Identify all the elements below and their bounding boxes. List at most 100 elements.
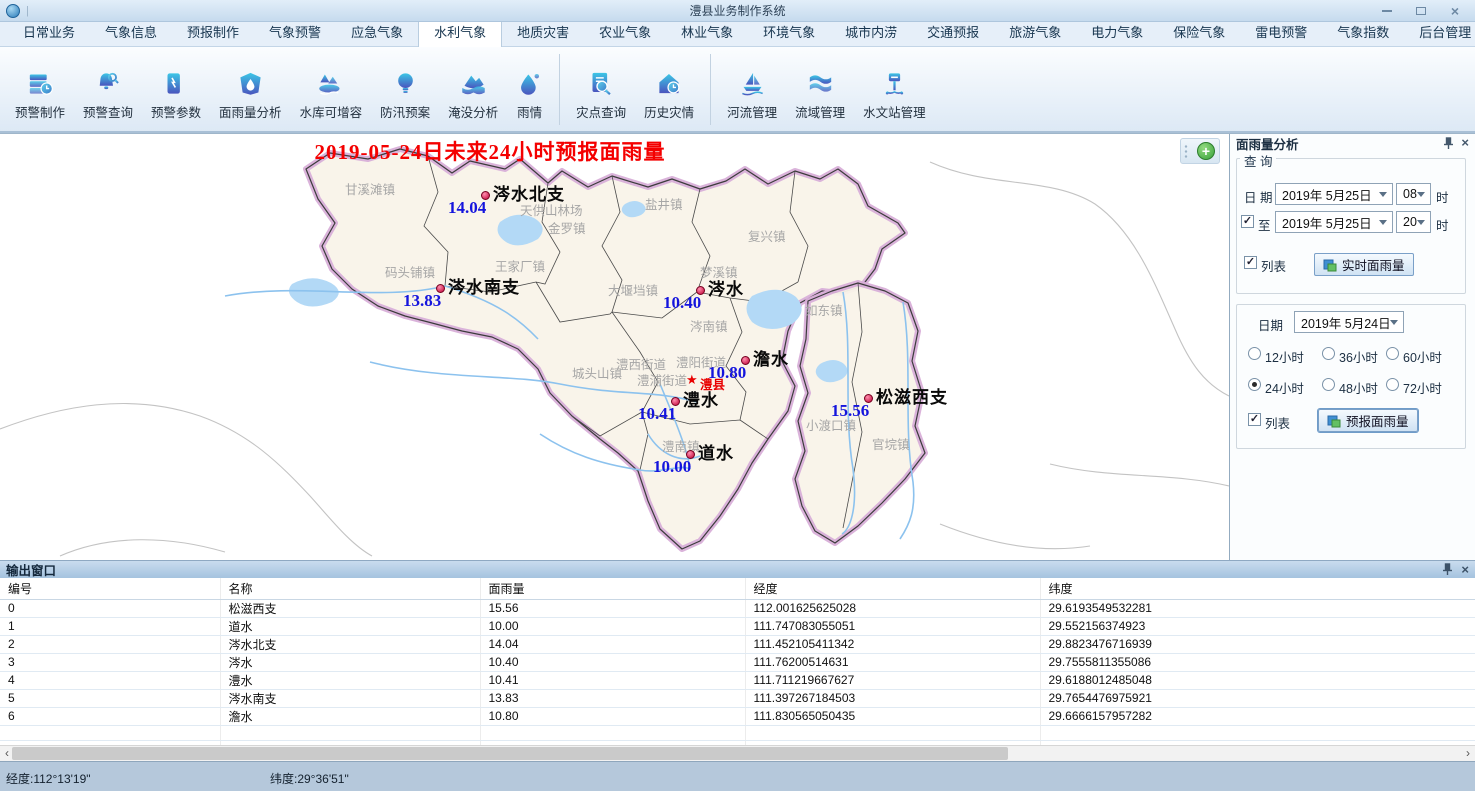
column-header[interactable]: 编号 <box>0 578 220 599</box>
tool-button-river-mgmt[interactable]: 河流管理 <box>718 50 786 129</box>
table-cell: 0 <box>0 599 220 617</box>
tool-button-hydro-station[interactable]: 水文站管理 <box>854 50 935 129</box>
radio-48小时[interactable] <box>1322 378 1335 391</box>
forecast-button-label: 预报面雨量 <box>1346 411 1409 430</box>
pin-icon[interactable] <box>1443 137 1454 150</box>
column-header[interactable]: 经度 <box>745 578 1040 599</box>
status-longitude: 经度:112°13'19" <box>6 770 91 787</box>
map-canvas[interactable]: 2019-05-24日未来24小时预报面雨量 甘溪滩镇盐井镇天供山林场金罗镇复兴… <box>0 134 1229 560</box>
maximize-icon[interactable] <box>1407 3 1435 19</box>
table-cell: 涔水 <box>220 653 480 671</box>
basin-rainfall-value: 15.56 <box>831 401 869 421</box>
tool-button-alert-make[interactable]: 预警制作 <box>6 50 74 129</box>
realtime-rainfall-button[interactable]: 实时面雨量 <box>1314 253 1414 276</box>
menu-item-8[interactable]: 林业气象 <box>666 18 748 46</box>
end-hour-value: 20 <box>1403 215 1417 229</box>
radio-24小时[interactable] <box>1248 378 1261 391</box>
menu-item-7[interactable]: 农业气象 <box>584 18 666 46</box>
map-chart-icon <box>1327 414 1341 428</box>
menu-item-11[interactable]: 交通预报 <box>912 18 994 46</box>
list-checkbox-realtime[interactable]: ✓ <box>1244 256 1257 269</box>
radio-36小时[interactable] <box>1322 347 1335 360</box>
table-row[interactable]: 6澹水10.80111.83056505043529.6666157957282 <box>0 707 1475 725</box>
radio-12小时[interactable] <box>1248 347 1261 360</box>
table-cell: 111.76200514631 <box>745 653 1040 671</box>
tool-button-inundation[interactable]: 淹没分析 <box>439 50 507 129</box>
table-row[interactable]: 2涔水北支14.04111.45210541134229.88234767169… <box>0 635 1475 653</box>
table-row[interactable]: 0松滋西支15.56112.00162562502829.61935495322… <box>0 599 1475 617</box>
table-row[interactable]: 4澧水10.41111.71121966762729.6188012485048 <box>0 671 1475 689</box>
table-cell: 道水 <box>220 617 480 635</box>
tool-button-rain[interactable]: 雨情 <box>507 50 552 129</box>
menu-item-12[interactable]: 旅游气象 <box>994 18 1076 46</box>
zoom-in-icon[interactable]: + <box>1197 142 1215 160</box>
to-checkbox[interactable]: ✓ <box>1241 215 1254 228</box>
menu-item-15[interactable]: 雷电预警 <box>1240 18 1322 46</box>
table-row[interactable]: 1道水10.00111.74708305505129.552156374923 <box>0 617 1475 635</box>
scroll-right-icon[interactable]: › <box>1461 746 1475 761</box>
menu-item-14[interactable]: 保险气象 <box>1158 18 1240 46</box>
minimize-icon[interactable] <box>1373 3 1401 19</box>
county-map[interactable] <box>0 134 1229 560</box>
tool-button-label: 淹没分析 <box>448 102 498 121</box>
town-label-0: 甘溪滩镇 <box>345 179 395 198</box>
radio-72小时[interactable] <box>1386 378 1399 391</box>
menu-item-17[interactable]: 后台管理 <box>1404 18 1475 46</box>
title-bar: | 澧县业务制作系统 × <box>0 0 1475 22</box>
panel-close-icon[interactable]: × <box>1461 137 1469 149</box>
tool-button-alert-search[interactable]: 预警查询 <box>74 50 142 129</box>
tool-button-disaster-query[interactable]: 灾点查询 <box>567 50 635 129</box>
realtime-button-label: 实时面雨量 <box>1342 255 1405 274</box>
scrollbar-thumb[interactable] <box>12 747 1008 760</box>
end-date-select[interactable]: 2019年 5月25日 <box>1275 211 1393 233</box>
start-hour-select[interactable]: 08 <box>1396 183 1431 205</box>
output-close-icon[interactable]: × <box>1461 564 1469 576</box>
menu-item-6[interactable]: 地质灾害 <box>502 18 584 46</box>
tool-button-alert-params[interactable]: 预警参数 <box>142 50 210 129</box>
alert-make-icon <box>27 70 54 97</box>
basin-name: 涔水 <box>708 275 744 300</box>
radio-60小时[interactable] <box>1386 347 1399 360</box>
menu-item-2[interactable]: 预报制作 <box>172 18 254 46</box>
county-star-icon: ★ <box>686 373 698 386</box>
column-header[interactable]: 纬度 <box>1040 578 1475 599</box>
start-date-value: 2019年 5月25日 <box>1282 185 1372 204</box>
table-row[interactable]: 3涔水10.40111.7620051463129.7555811355086 <box>0 653 1475 671</box>
menu-item-0[interactable]: 日常业务 <box>8 18 90 46</box>
menu-item-3[interactable]: 气象预警 <box>254 18 336 46</box>
menu-item-4[interactable]: 应急气象 <box>336 18 418 46</box>
column-header[interactable]: 面雨量 <box>480 578 745 599</box>
tool-button-basin-mgmt[interactable]: 流域管理 <box>786 50 854 129</box>
tool-button-label: 雨情 <box>517 102 542 121</box>
basin-name: 松滋西支 <box>876 383 948 408</box>
menu-item-13[interactable]: 电力气象 <box>1076 18 1158 46</box>
rain-icon <box>516 70 543 97</box>
menu-item-9[interactable]: 环境气象 <box>748 18 830 46</box>
tool-button-history-disaster[interactable]: 历史灾情 <box>635 50 703 129</box>
tool-button-flood-plan[interactable]: 防汛预案 <box>371 50 439 129</box>
toolbar: 预警制作预警查询预警参数面雨量分析水库可增容防汛预案淹没分析雨情 灾点查询历史灾情… <box>0 47 1475 133</box>
drag-grip-icon[interactable] <box>1184 144 1188 158</box>
list-checkbox-forecast[interactable]: ✓ <box>1248 413 1261 426</box>
history-disaster-icon <box>656 70 683 97</box>
tool-button-area-rain[interactable]: 面雨量分析 <box>210 50 291 129</box>
end-hour-unit: 时 <box>1436 215 1449 234</box>
table-row-empty <box>0 725 1475 740</box>
menu-item-10[interactable]: 城市内涝 <box>830 18 912 46</box>
menu-item-1[interactable]: 气象信息 <box>90 18 172 46</box>
forecast-date-select[interactable]: 2019年 5月24日 <box>1294 311 1404 333</box>
end-hour-select[interactable]: 20 <box>1396 211 1431 233</box>
output-table: 编号名称面雨量经度纬度 0松滋西支15.56112.00162562502829… <box>0 578 1475 745</box>
tool-button-reservoir[interactable]: 水库可增容 <box>291 50 372 129</box>
menu-item-16[interactable]: 气象指数 <box>1322 18 1404 46</box>
start-date-select[interactable]: 2019年 5月25日 <box>1275 183 1393 205</box>
radio-label-36小时: 36小时 <box>1339 347 1378 366</box>
pin-icon[interactable] <box>1442 563 1453 576</box>
table-row[interactable]: 5涔水南支13.83111.39726718450329.76544769759… <box>0 689 1475 707</box>
column-header[interactable]: 名称 <box>220 578 480 599</box>
table-cell: 14.04 <box>480 635 745 653</box>
close-icon[interactable]: × <box>1441 3 1469 19</box>
query-group-legend: 查 询 <box>1240 151 1276 170</box>
horizontal-scrollbar[interactable]: ‹ › <box>0 745 1475 761</box>
forecast-rainfall-button[interactable]: 预报面雨量 <box>1318 409 1418 432</box>
